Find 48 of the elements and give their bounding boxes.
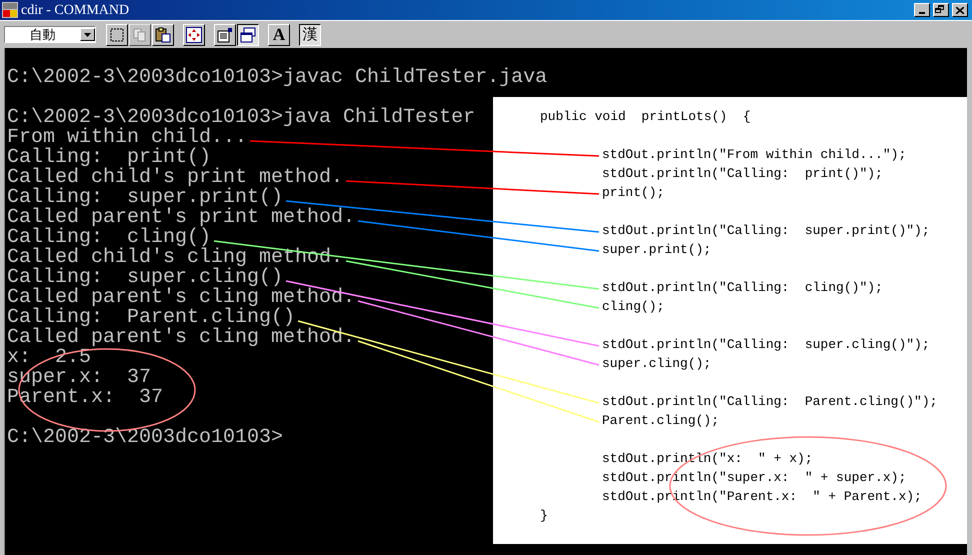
ime-button[interactable]: 漢 <box>299 24 321 46</box>
console-line: Calling: print() <box>7 148 212 168</box>
code-line: stdOut.println("Calling: print()"); <box>602 165 883 183</box>
console-line: Called parent's cling method. <box>7 288 356 308</box>
console-line: C:\2002-3\2003dco10103> <box>7 428 284 448</box>
clipboard-icon <box>155 26 171 42</box>
properties-icon <box>217 26 233 42</box>
font-button[interactable]: A <box>268 24 290 46</box>
code-line: super.cling(); <box>602 355 712 373</box>
console-line: Calling: Parent.cling() <box>7 308 296 328</box>
restore-button[interactable] <box>933 3 949 17</box>
app-icon <box>2 2 18 18</box>
code-line: stdOut.println("From within child..."); <box>602 146 906 164</box>
console-line: Called child's print method. <box>7 168 344 188</box>
code-line: stdOut.println("Calling: Parent.cling()"); <box>602 393 938 411</box>
code-line: stdOut.println("super.x: " + super.x); <box>602 469 906 487</box>
font-size-dropdown[interactable]: 自動 <box>4 26 96 43</box>
paste-button[interactable] <box>152 24 174 46</box>
console-line: From within child... <box>7 128 248 148</box>
code-line: print(); <box>602 184 664 202</box>
selection-icon <box>110 28 124 42</box>
windows-icon <box>240 26 256 42</box>
expand-arrows-icon <box>186 26 202 42</box>
code-line: super.print(); <box>602 241 712 259</box>
code-line: stdOut.println("Calling: super.print()"); <box>602 222 930 240</box>
console-line: C:\2002-3\2003dco10103>java ChildTester <box>7 108 476 128</box>
mark-button[interactable] <box>106 24 128 46</box>
console-line: C:\2002-3\2003dco10103>javac ChildTester.java <box>7 68 548 88</box>
code-line: stdOut.println("Calling: cling()"); <box>602 279 883 297</box>
console-line: Calling: super.cling() <box>7 268 284 288</box>
code-line: Parent.cling(); <box>602 412 720 430</box>
console-line: Calling: super.print() <box>7 188 284 208</box>
code-line: stdOut.println("x: " + x); <box>602 450 813 468</box>
console-line: Called parent's print method. <box>7 208 356 228</box>
console-line: Called parent's cling method. <box>7 328 356 348</box>
code-line: stdOut.println("Calling: super.cling()"); <box>602 336 930 354</box>
window-title: cdir - COMMAND <box>21 2 130 20</box>
code-line: } <box>540 507 548 525</box>
code-line: cling(); <box>602 298 664 316</box>
code-line: public void printLots() { <box>540 108 751 126</box>
console-line: Calling: cling() <box>7 228 212 248</box>
close-button[interactable] <box>952 3 968 17</box>
minimize-button[interactable] <box>914 3 930 17</box>
copy-icon <box>133 28 147 42</box>
fullscreen-button[interactable] <box>183 24 205 46</box>
properties-button[interactable] <box>214 24 236 46</box>
close-icon <box>956 6 964 14</box>
code-line: stdOut.println("Parent.x: " + Parent.x); <box>602 488 922 506</box>
